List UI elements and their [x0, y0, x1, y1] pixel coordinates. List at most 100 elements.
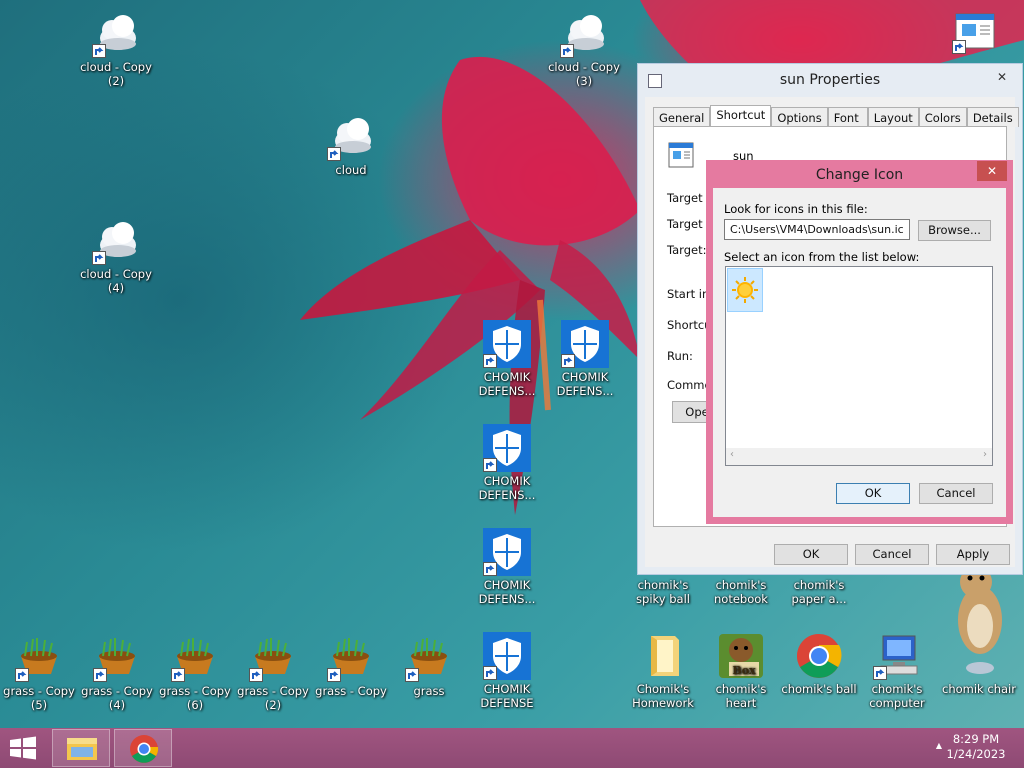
- icon-list-item[interactable]: [727, 268, 763, 312]
- desktop-icon-label: grass - Copy: [315, 684, 387, 698]
- desktop-icon-label: chomik's ball: [781, 682, 857, 696]
- browse-button[interactable]: Browse...: [918, 220, 991, 241]
- taskbar-clock[interactable]: 8:29 PM 1/24/2023: [936, 732, 1016, 762]
- desktop-icon-label: grass - Copy (2): [237, 684, 309, 712]
- properties-apply-button[interactable]: Apply: [936, 544, 1010, 565]
- change-icon-dialog: Change Icon ✕ Look for icons in this fil…: [706, 160, 1013, 524]
- desktop-icon-label: CHOMIK DEFENS...: [478, 370, 536, 398]
- tab-options[interactable]: Options: [771, 107, 828, 127]
- taskbar: ▲ 8:29 PM 1/24/2023: [0, 728, 1024, 768]
- label-target: Target:: [667, 243, 707, 257]
- shortcut-arrow-icon: [483, 666, 497, 680]
- desktop-icon-chomiks-notebook[interactable]: chomik's notebook: [702, 578, 780, 606]
- desktop-icon-label: grass - Copy (4): [81, 684, 153, 712]
- desktop-icon-chomik-defense-5[interactable]: CHOMIK DEFENSE: [468, 632, 546, 710]
- change-icon-cancel-button[interactable]: Cancel: [919, 483, 993, 504]
- shortcut-arrow-icon: [560, 44, 574, 58]
- desktop-icon-grass-copy-4[interactable]: grass - Copy (4): [78, 634, 156, 712]
- desktop-icon-grass[interactable]: grass: [390, 634, 468, 698]
- properties-title: sun Properties: [779, 72, 881, 88]
- icon-list-horizontal-scrollbar[interactable]: ‹ ›: [726, 448, 992, 465]
- desktop-icon-label: cloud - Copy (3): [548, 60, 620, 88]
- desktop-icon-label: chomik's computer: [869, 682, 925, 710]
- desktop-icon-label: CHOMIK DEFENSE: [480, 682, 534, 710]
- properties-ok-button[interactable]: OK: [774, 544, 848, 565]
- desktop-icon-label: CHOMIK DEFENS...: [556, 370, 614, 398]
- shortcut-arrow-icon: [327, 147, 341, 161]
- desktop-icon-chomiks-paper[interactable]: chomik's paper a...: [780, 578, 858, 606]
- shortcut-arrow-icon: [873, 666, 887, 680]
- shortcut-arrow-icon: [92, 44, 106, 58]
- change-icon-titlebar[interactable]: Change Icon ✕: [706, 160, 1013, 188]
- windows-logo-icon: [10, 736, 36, 760]
- desktop-icon-chomiks-spiky-ball[interactable]: chomik's spiky ball: [624, 578, 702, 606]
- tab-shortcut[interactable]: Shortcut: [710, 105, 772, 127]
- desktop-icon-grass-copy[interactable]: grass - Copy: [312, 634, 390, 698]
- shortcut-arrow-icon: [405, 668, 419, 682]
- sun-icon: [732, 277, 758, 303]
- desktop-icon-label: CHOMIK DEFENS...: [478, 474, 536, 502]
- desktop-icon-grass-copy-6[interactable]: grass - Copy (6): [156, 634, 234, 712]
- desktop-icon-chomik-defense-4[interactable]: CHOMIK DEFENS...: [468, 528, 546, 606]
- icon-file-path-input[interactable]: [724, 219, 910, 240]
- taskbar-chrome[interactable]: [114, 729, 172, 767]
- desktop-icon-chomiks-computer[interactable]: chomik's computer: [858, 632, 936, 710]
- properties-close-button[interactable]: ✕: [987, 67, 1017, 87]
- shortcut-arrow-icon: [15, 668, 29, 682]
- desktop-icon-chomik-defense-3[interactable]: CHOMIK DEFENS...: [468, 424, 546, 502]
- desktop-icon-chomiks-ball[interactable]: chomik's ball: [780, 632, 858, 696]
- scroll-right-arrow-icon[interactable]: ›: [983, 449, 987, 460]
- desktop-icon-cloud-copy-2[interactable]: cloud - Copy (2): [77, 10, 155, 88]
- tab-layout[interactable]: Layout: [867, 107, 919, 127]
- chrome-icon: [130, 735, 159, 763]
- shortcut-arrow-icon: [92, 251, 106, 265]
- desktop-icon-chomik-chair[interactable]: chomik chair: [936, 560, 1022, 696]
- desktop-icon-chomik-defense-1[interactable]: CHOMIK DEFENS...: [468, 320, 546, 398]
- desktop-icon-label: grass - Copy (6): [159, 684, 231, 712]
- taskbar-file-explorer[interactable]: [52, 729, 110, 767]
- shortcut-file-icon: [668, 142, 694, 168]
- shortcut-arrow-icon: [483, 562, 497, 576]
- desktop-icon-cloud[interactable]: cloud: [312, 113, 390, 177]
- start-button[interactable]: [8, 736, 40, 762]
- change-icon-body: Look for icons in this file: Browse... S…: [713, 188, 1006, 517]
- desktop-icon-chomiks-heart[interactable]: Box chomik's heart: [702, 632, 780, 710]
- tab-general[interactable]: General: [653, 107, 711, 127]
- desktop-icon-label: cloud - Copy (4): [80, 267, 152, 295]
- shortcut-arrow-icon: [171, 668, 185, 682]
- icon-list[interactable]: ‹ ›: [725, 266, 993, 466]
- desktop-icon-label: grass - Copy (5): [3, 684, 75, 712]
- shortcut-arrow-icon: [249, 668, 263, 682]
- desktop-icon-label: CHOMIK DEFENS...: [478, 578, 536, 606]
- tab-details[interactable]: Details: [966, 107, 1019, 127]
- desktop-icon-cloud-copy-3[interactable]: cloud - Copy (3): [545, 10, 623, 88]
- desktop-icon-partial-top-right[interactable]: [948, 12, 1000, 56]
- desktop-icon-cloud-copy-4[interactable]: cloud - Copy (4): [77, 217, 155, 295]
- hamster-icon: [958, 562, 1002, 674]
- desktop-icon-label: chomik's notebook: [714, 578, 768, 606]
- properties-tabs: General Shortcut Options Font Layout Col…: [653, 105, 1019, 127]
- desktop-icon-grass-copy-2[interactable]: grass - Copy (2): [234, 634, 312, 712]
- shortcut-arrow-icon: [327, 668, 341, 682]
- scroll-left-arrow-icon[interactable]: ‹: [730, 449, 734, 460]
- desktop-icon-label: chomik's heart: [715, 682, 767, 710]
- select-icon-label: Select an icon from the list below:: [724, 250, 920, 264]
- tab-colors[interactable]: Colors: [918, 107, 967, 127]
- change-icon-ok-button[interactable]: OK: [836, 483, 910, 504]
- desktop-icon-label: cloud: [335, 163, 367, 177]
- clock-date: 1/24/2023: [946, 747, 1006, 761]
- properties-cancel-button[interactable]: Cancel: [855, 544, 929, 565]
- desktop-icon-label: grass: [413, 684, 445, 698]
- shortcut-arrow-icon: [483, 354, 497, 368]
- desktop-icon-chomiks-homework[interactable]: Chomik's Homework: [624, 632, 702, 710]
- desktop-icon-chomik-defense-2[interactable]: CHOMIK DEFENS...: [546, 320, 624, 398]
- tab-font[interactable]: Font: [827, 107, 868, 127]
- change-icon-title: Change Icon: [815, 167, 904, 183]
- desktop-icon-label: chomik's spiky ball: [636, 578, 690, 606]
- chrome-icon: [797, 634, 842, 678]
- properties-titlebar[interactable]: sun Properties ✕: [638, 64, 1022, 96]
- desktop-icon-grass-copy-5[interactable]: grass - Copy (5): [0, 634, 78, 712]
- shortcut-arrow-icon: [93, 668, 107, 682]
- shortcut-arrow-icon: [483, 458, 497, 472]
- change-icon-close-button[interactable]: ✕: [977, 161, 1007, 181]
